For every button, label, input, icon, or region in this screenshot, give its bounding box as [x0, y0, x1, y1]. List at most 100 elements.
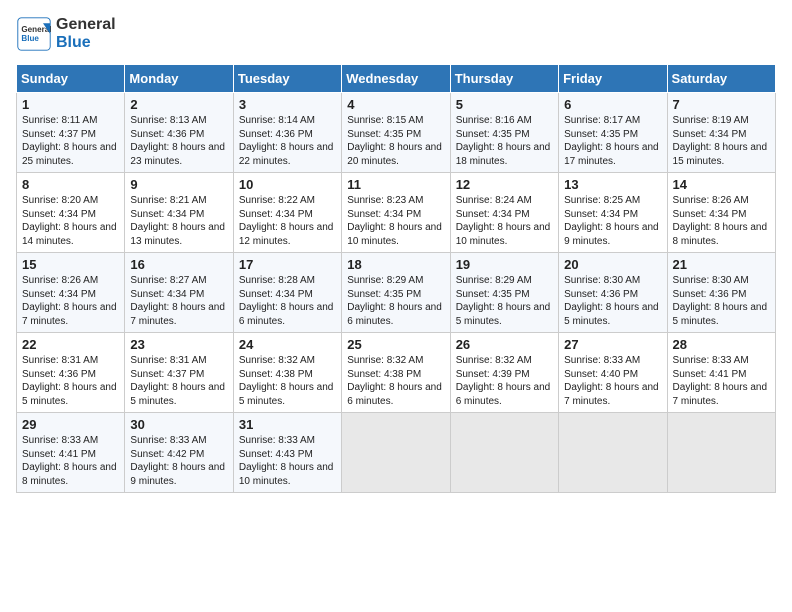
- logo-icon: General Blue: [16, 16, 52, 52]
- day-info: Sunrise: 8:29 AMSunset: 4:35 PMDaylight:…: [347, 274, 444, 328]
- day-cell: 1 Sunrise: 8:11 AMSunset: 4:37 PMDayligh…: [17, 93, 125, 173]
- day-number: 9: [130, 177, 227, 192]
- day-cell: 2 Sunrise: 8:13 AMSunset: 4:36 PMDayligh…: [125, 93, 233, 173]
- day-cell: 6 Sunrise: 8:17 AMSunset: 4:35 PMDayligh…: [559, 93, 667, 173]
- day-info: Sunrise: 8:13 AMSunset: 4:36 PMDaylight:…: [130, 114, 227, 168]
- day-number: 31: [239, 417, 336, 432]
- header-row: SundayMondayTuesdayWednesdayThursdayFrid…: [17, 65, 776, 93]
- day-cell: 27 Sunrise: 8:33 AMSunset: 4:40 PMDaylig…: [559, 333, 667, 413]
- week-row-2: 8 Sunrise: 8:20 AMSunset: 4:34 PMDayligh…: [17, 173, 776, 253]
- day-info: Sunrise: 8:31 AMSunset: 4:37 PMDaylight:…: [130, 354, 227, 408]
- day-cell: 5 Sunrise: 8:16 AMSunset: 4:35 PMDayligh…: [450, 93, 558, 173]
- day-info: Sunrise: 8:15 AMSunset: 4:35 PMDaylight:…: [347, 114, 444, 168]
- day-cell: 11 Sunrise: 8:23 AMSunset: 4:34 PMDaylig…: [342, 173, 450, 253]
- day-info: Sunrise: 8:27 AMSunset: 4:34 PMDaylight:…: [130, 274, 227, 328]
- day-number: 16: [130, 257, 227, 272]
- day-info: Sunrise: 8:25 AMSunset: 4:34 PMDaylight:…: [564, 194, 661, 248]
- day-info: Sunrise: 8:20 AMSunset: 4:34 PMDaylight:…: [22, 194, 119, 248]
- week-row-3: 15 Sunrise: 8:26 AMSunset: 4:34 PMDaylig…: [17, 253, 776, 333]
- day-number: 30: [130, 417, 227, 432]
- day-cell: 16 Sunrise: 8:27 AMSunset: 4:34 PMDaylig…: [125, 253, 233, 333]
- day-info: Sunrise: 8:17 AMSunset: 4:35 PMDaylight:…: [564, 114, 661, 168]
- day-number: 11: [347, 177, 444, 192]
- logo-wordmark: General Blue: [56, 16, 116, 51]
- day-number: 13: [564, 177, 661, 192]
- day-info: Sunrise: 8:32 AMSunset: 4:38 PMDaylight:…: [239, 354, 336, 408]
- day-cell: 3 Sunrise: 8:14 AMSunset: 4:36 PMDayligh…: [233, 93, 341, 173]
- day-number: 18: [347, 257, 444, 272]
- day-cell: 10 Sunrise: 8:22 AMSunset: 4:34 PMDaylig…: [233, 173, 341, 253]
- day-cell: 14 Sunrise: 8:26 AMSunset: 4:34 PMDaylig…: [667, 173, 775, 253]
- day-cell: 19 Sunrise: 8:29 AMSunset: 4:35 PMDaylig…: [450, 253, 558, 333]
- day-cell: [342, 413, 450, 493]
- calendar-body: 1 Sunrise: 8:11 AMSunset: 4:37 PMDayligh…: [17, 93, 776, 493]
- day-cell: [450, 413, 558, 493]
- day-cell: 29 Sunrise: 8:33 AMSunset: 4:41 PMDaylig…: [17, 413, 125, 493]
- day-number: 21: [673, 257, 770, 272]
- day-info: Sunrise: 8:23 AMSunset: 4:34 PMDaylight:…: [347, 194, 444, 248]
- day-info: Sunrise: 8:28 AMSunset: 4:34 PMDaylight:…: [239, 274, 336, 328]
- day-info: Sunrise: 8:24 AMSunset: 4:34 PMDaylight:…: [456, 194, 553, 248]
- day-number: 27: [564, 337, 661, 352]
- day-cell: [559, 413, 667, 493]
- day-cell: 12 Sunrise: 8:24 AMSunset: 4:34 PMDaylig…: [450, 173, 558, 253]
- day-cell: 21 Sunrise: 8:30 AMSunset: 4:36 PMDaylig…: [667, 253, 775, 333]
- day-info: Sunrise: 8:29 AMSunset: 4:35 PMDaylight:…: [456, 274, 553, 328]
- header-cell-sunday: Sunday: [17, 65, 125, 93]
- day-cell: 7 Sunrise: 8:19 AMSunset: 4:34 PMDayligh…: [667, 93, 775, 173]
- day-number: 3: [239, 97, 336, 112]
- day-info: Sunrise: 8:21 AMSunset: 4:34 PMDaylight:…: [130, 194, 227, 248]
- day-cell: 9 Sunrise: 8:21 AMSunset: 4:34 PMDayligh…: [125, 173, 233, 253]
- day-info: Sunrise: 8:33 AMSunset: 4:42 PMDaylight:…: [130, 434, 227, 488]
- day-info: Sunrise: 8:19 AMSunset: 4:34 PMDaylight:…: [673, 114, 770, 168]
- day-number: 12: [456, 177, 553, 192]
- header-cell-tuesday: Tuesday: [233, 65, 341, 93]
- week-row-4: 22 Sunrise: 8:31 AMSunset: 4:36 PMDaylig…: [17, 333, 776, 413]
- day-info: Sunrise: 8:26 AMSunset: 4:34 PMDaylight:…: [22, 274, 119, 328]
- day-cell: 23 Sunrise: 8:31 AMSunset: 4:37 PMDaylig…: [125, 333, 233, 413]
- day-info: Sunrise: 8:32 AMSunset: 4:38 PMDaylight:…: [347, 354, 444, 408]
- day-number: 28: [673, 337, 770, 352]
- day-cell: 24 Sunrise: 8:32 AMSunset: 4:38 PMDaylig…: [233, 333, 341, 413]
- day-cell: 28 Sunrise: 8:33 AMSunset: 4:41 PMDaylig…: [667, 333, 775, 413]
- day-number: 25: [347, 337, 444, 352]
- week-row-5: 29 Sunrise: 8:33 AMSunset: 4:41 PMDaylig…: [17, 413, 776, 493]
- day-cell: 20 Sunrise: 8:30 AMSunset: 4:36 PMDaylig…: [559, 253, 667, 333]
- day-info: Sunrise: 8:32 AMSunset: 4:39 PMDaylight:…: [456, 354, 553, 408]
- day-number: 26: [456, 337, 553, 352]
- day-cell: 4 Sunrise: 8:15 AMSunset: 4:35 PMDayligh…: [342, 93, 450, 173]
- day-info: Sunrise: 8:22 AMSunset: 4:34 PMDaylight:…: [239, 194, 336, 248]
- day-number: 8: [22, 177, 119, 192]
- day-cell: 18 Sunrise: 8:29 AMSunset: 4:35 PMDaylig…: [342, 253, 450, 333]
- day-cell: [667, 413, 775, 493]
- day-cell: 31 Sunrise: 8:33 AMSunset: 4:43 PMDaylig…: [233, 413, 341, 493]
- day-cell: 13 Sunrise: 8:25 AMSunset: 4:34 PMDaylig…: [559, 173, 667, 253]
- day-info: Sunrise: 8:14 AMSunset: 4:36 PMDaylight:…: [239, 114, 336, 168]
- day-number: 24: [239, 337, 336, 352]
- day-number: 4: [347, 97, 444, 112]
- day-number: 6: [564, 97, 661, 112]
- day-cell: 26 Sunrise: 8:32 AMSunset: 4:39 PMDaylig…: [450, 333, 558, 413]
- day-number: 2: [130, 97, 227, 112]
- day-cell: 22 Sunrise: 8:31 AMSunset: 4:36 PMDaylig…: [17, 333, 125, 413]
- page-header: General Blue General Blue: [16, 16, 776, 52]
- header-cell-saturday: Saturday: [667, 65, 775, 93]
- header-cell-monday: Monday: [125, 65, 233, 93]
- day-info: Sunrise: 8:26 AMSunset: 4:34 PMDaylight:…: [673, 194, 770, 248]
- day-info: Sunrise: 8:33 AMSunset: 4:41 PMDaylight:…: [673, 354, 770, 408]
- header-cell-friday: Friday: [559, 65, 667, 93]
- day-info: Sunrise: 8:30 AMSunset: 4:36 PMDaylight:…: [564, 274, 661, 328]
- day-info: Sunrise: 8:33 AMSunset: 4:41 PMDaylight:…: [22, 434, 119, 488]
- day-info: Sunrise: 8:11 AMSunset: 4:37 PMDaylight:…: [22, 114, 119, 168]
- day-number: 23: [130, 337, 227, 352]
- day-number: 19: [456, 257, 553, 272]
- day-info: Sunrise: 8:16 AMSunset: 4:35 PMDaylight:…: [456, 114, 553, 168]
- day-number: 5: [456, 97, 553, 112]
- day-number: 29: [22, 417, 119, 432]
- day-number: 14: [673, 177, 770, 192]
- day-number: 20: [564, 257, 661, 272]
- day-cell: 8 Sunrise: 8:20 AMSunset: 4:34 PMDayligh…: [17, 173, 125, 253]
- day-cell: 15 Sunrise: 8:26 AMSunset: 4:34 PMDaylig…: [17, 253, 125, 333]
- day-cell: 30 Sunrise: 8:33 AMSunset: 4:42 PMDaylig…: [125, 413, 233, 493]
- day-number: 22: [22, 337, 119, 352]
